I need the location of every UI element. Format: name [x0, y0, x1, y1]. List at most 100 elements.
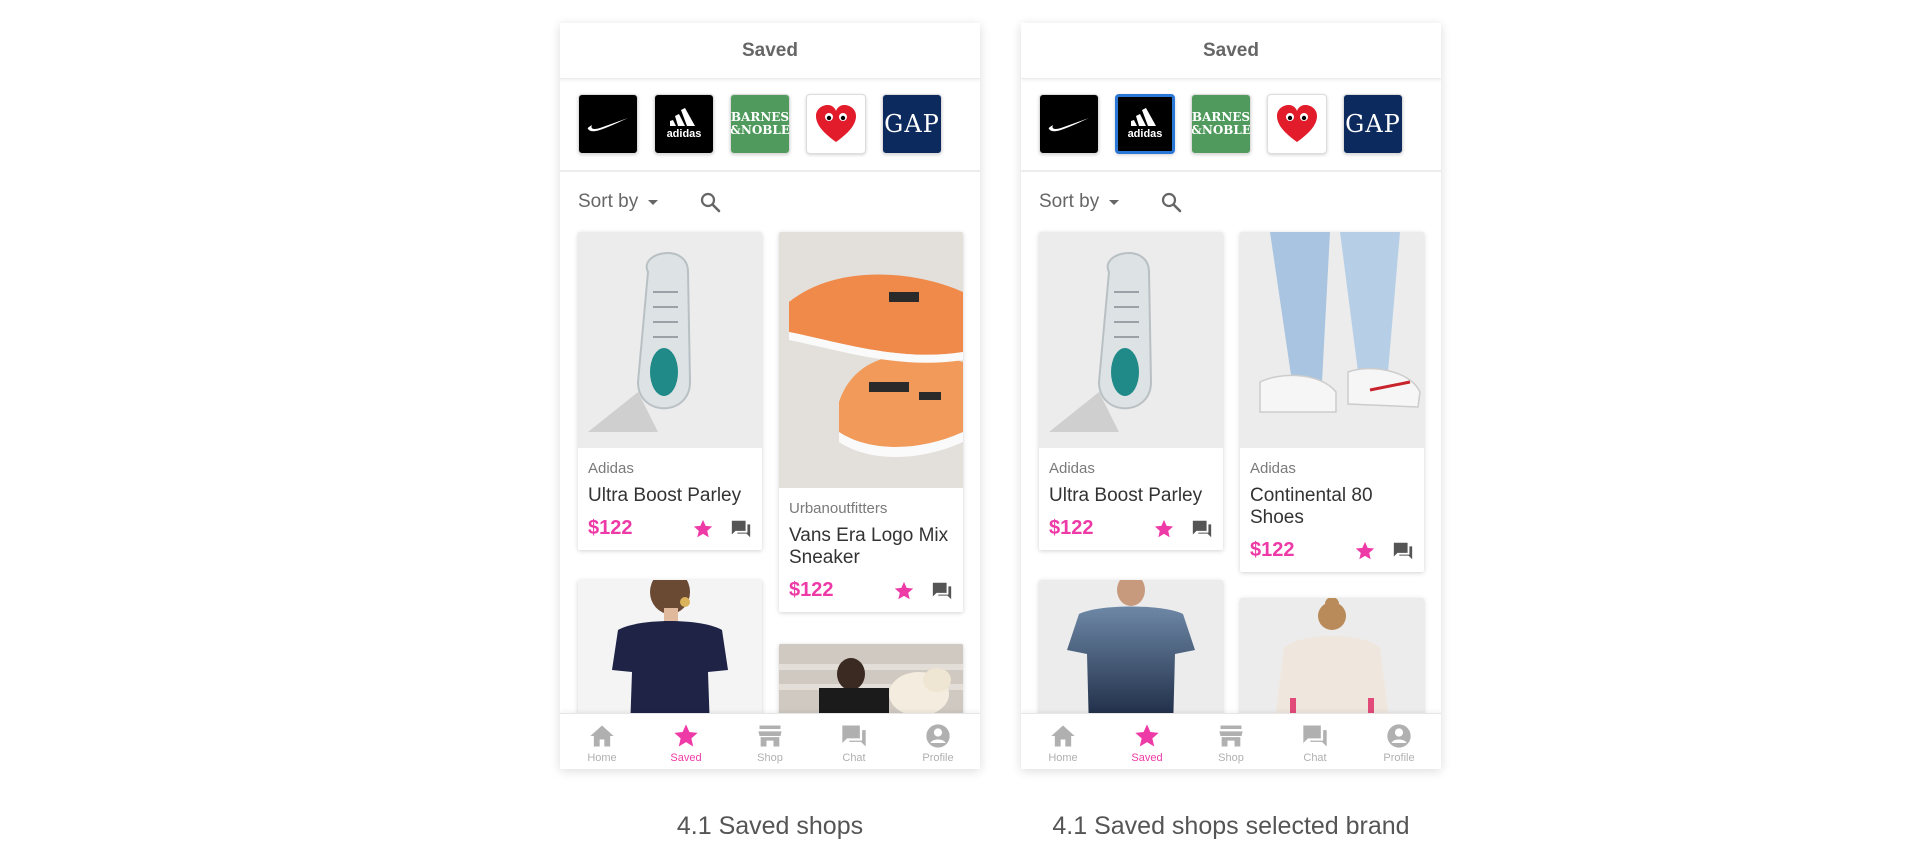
product-price: $122	[588, 517, 633, 539]
chat-icon	[1303, 725, 1327, 747]
nav-label: Chat	[842, 752, 866, 764]
brand-nike-logo[interactable]	[578, 94, 638, 154]
search-icon[interactable]	[698, 190, 722, 214]
chat-icon	[842, 725, 866, 747]
product-grid: Adidas Ultra Boost Parley $122	[560, 232, 980, 734]
product-card[interactable]	[1039, 580, 1223, 730]
brand-nike-logo[interactable]	[1039, 94, 1099, 154]
nav-saved[interactable]: Saved	[644, 714, 728, 769]
product-card[interactable]: Adidas Ultra Boost Parley $122	[1039, 232, 1223, 550]
heart-eyes-icon	[1277, 105, 1317, 142]
brand-adidas-logo-selected[interactable]: adidas	[1115, 94, 1175, 154]
page-title: Saved	[1021, 23, 1441, 79]
sort-by-label: Sort by	[1039, 191, 1100, 212]
nav-profile[interactable]: Profile	[1357, 714, 1441, 769]
product-title: Continental 80 Shoes	[1250, 485, 1373, 528]
chat-icon[interactable]	[730, 518, 752, 540]
page-title: Saved	[560, 23, 980, 79]
chat-icon[interactable]	[1392, 540, 1414, 562]
adidas-wordmark: adidas	[666, 128, 702, 140]
product-card[interactable]	[1240, 598, 1424, 728]
star-icon[interactable]	[893, 580, 915, 602]
nav-saved[interactable]: Saved	[1105, 714, 1189, 769]
nav-chat[interactable]: Chat	[1273, 714, 1357, 769]
nav-profile[interactable]: Profile	[896, 714, 980, 769]
nike-swoosh-icon	[587, 118, 628, 132]
sort-by-dropdown[interactable]: Sort by	[1039, 191, 1120, 213]
product-price: $122	[1250, 539, 1295, 561]
product-image-blue-tee	[1039, 580, 1223, 730]
brand-adidas-logo[interactable]: adidas	[654, 94, 714, 154]
product-image-sneaker	[578, 232, 762, 448]
store-icon	[758, 725, 782, 747]
brand-gap-logo[interactable]: GAP	[1343, 94, 1403, 154]
saved-shops-selected-brand-screen: Saved adidas BARNES &NOBLE GAP Sort by A…	[1021, 23, 1441, 769]
chat-icon[interactable]	[1191, 518, 1213, 540]
star-icon[interactable]	[692, 518, 714, 540]
caret-down-icon	[648, 199, 659, 205]
nav-label: Shop	[1218, 752, 1244, 764]
nav-label: Chat	[1303, 752, 1327, 764]
product-brand: Adidas	[1250, 460, 1296, 477]
bottom-navigation: Home Saved Shop Chat Profile	[1021, 713, 1441, 769]
product-image-vans	[779, 232, 963, 488]
bn-line2: &NOBLE	[1191, 123, 1251, 137]
product-image-navy-top	[578, 580, 762, 730]
star-icon	[674, 724, 698, 747]
product-image-continental	[1240, 232, 1424, 448]
product-image-white-hoodie	[1240, 598, 1424, 728]
brand-heart-logo[interactable]	[1267, 94, 1327, 154]
star-icon[interactable]	[1153, 518, 1175, 540]
brand-barnes-noble-logo[interactable]: BARNES &NOBLE	[730, 94, 790, 154]
nav-label: Home	[587, 752, 617, 764]
profile-icon	[1387, 724, 1411, 748]
product-brand: Urbanoutfitters	[789, 500, 888, 517]
home-icon	[590, 725, 614, 747]
nav-label: Shop	[757, 752, 783, 764]
nike-swoosh-icon	[1048, 118, 1089, 132]
nav-home[interactable]: Home	[560, 714, 644, 769]
nav-label: Saved	[670, 752, 702, 764]
sort-by-label: Sort by	[578, 191, 639, 212]
brand-gap-logo[interactable]: GAP	[882, 94, 942, 154]
brand-filter-bar: adidas BARNES &NOBLE GAP	[560, 79, 980, 172]
sort-by-dropdown[interactable]: Sort by	[578, 191, 659, 213]
brand-filter-bar: adidas BARNES &NOBLE GAP	[1021, 79, 1441, 172]
product-title: Ultra Boost Parley	[588, 485, 742, 506]
product-brand: Adidas	[588, 460, 634, 477]
saved-shops-screen: Saved adidas BARNES &NOBLE GAP Sort by A…	[560, 23, 980, 769]
star-icon[interactable]	[1354, 540, 1376, 562]
adidas-stripes-icon	[1131, 108, 1156, 126]
store-icon	[1219, 725, 1243, 747]
adidas-wordmark: adidas	[1127, 128, 1163, 140]
caret-down-icon	[1109, 199, 1120, 205]
product-card[interactable]: Adidas Continental 80 Shoes $122	[1240, 232, 1424, 572]
nav-home[interactable]: Home	[1021, 714, 1105, 769]
bottom-navigation: Home Saved Shop Chat Profile	[560, 713, 980, 769]
search-icon[interactable]	[1159, 190, 1183, 214]
chat-icon[interactable]	[931, 580, 953, 602]
gap-wordmark: GAP	[884, 110, 940, 138]
nav-label: Profile	[922, 752, 954, 764]
nav-chat[interactable]: Chat	[812, 714, 896, 769]
nav-label: Home	[1048, 752, 1078, 764]
nav-shop[interactable]: Shop	[1189, 714, 1273, 769]
adidas-stripes-icon	[670, 108, 695, 126]
product-title: Ultra Boost Parley	[1049, 485, 1203, 506]
heart-eyes-icon	[816, 105, 856, 142]
brand-heart-logo[interactable]	[806, 94, 866, 154]
product-price: $122	[1049, 517, 1094, 539]
product-card[interactable]: Urbanoutfitters Vans Era Logo Mix Sneake…	[779, 232, 963, 612]
product-price: $122	[789, 579, 834, 601]
brand-barnes-noble-logo[interactable]: BARNES &NOBLE	[1191, 94, 1251, 154]
product-card[interactable]	[578, 580, 762, 730]
product-grid: Adidas Ultra Boost Parley $122	[1021, 232, 1441, 730]
nav-label: Profile	[1383, 752, 1415, 764]
home-icon	[1051, 725, 1075, 747]
nav-shop[interactable]: Shop	[728, 714, 812, 769]
nav-label: Saved	[1131, 752, 1163, 764]
list-toolbar: Sort by	[1021, 172, 1441, 232]
profile-icon	[926, 724, 950, 748]
product-card[interactable]: Adidas Ultra Boost Parley $122	[578, 232, 762, 550]
bn-line2: &NOBLE	[730, 123, 790, 137]
